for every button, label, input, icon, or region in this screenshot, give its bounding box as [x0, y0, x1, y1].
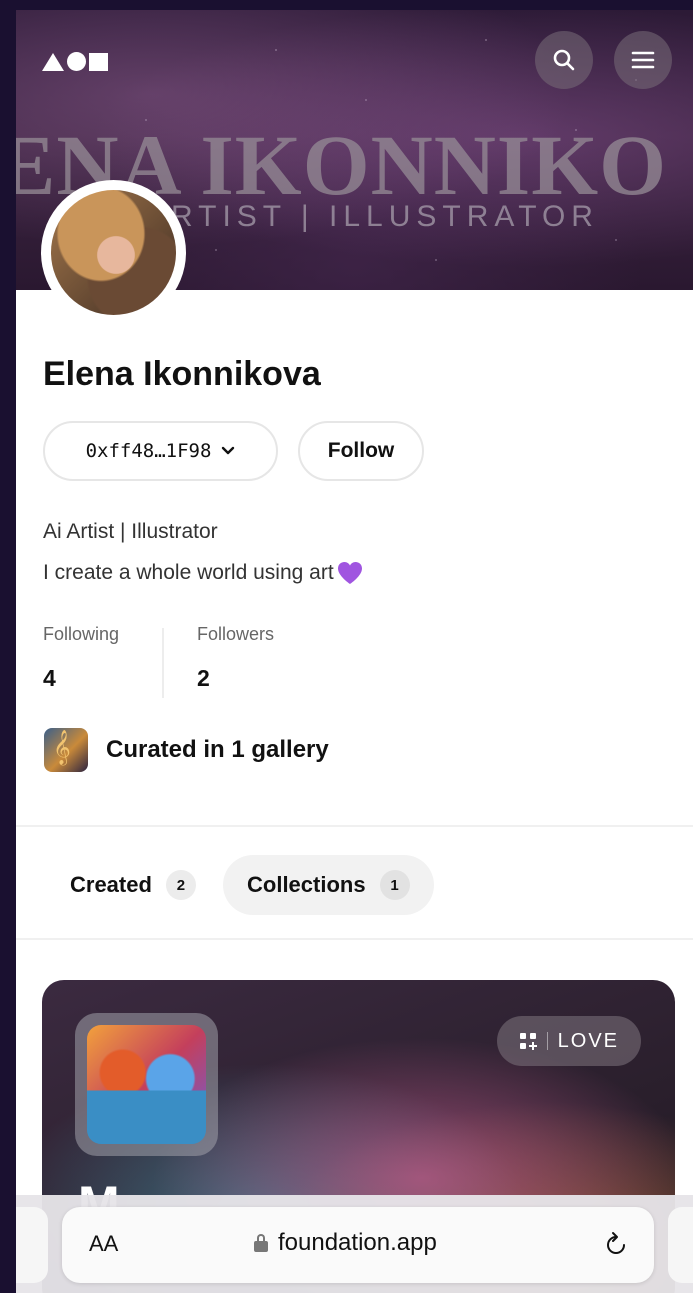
stats-divider: [162, 628, 164, 698]
following-label[interactable]: Following: [43, 624, 119, 645]
tab-collections-label: Collections: [247, 872, 366, 897]
text-size-button[interactable]: AA: [89, 1231, 118, 1257]
address-bar[interactable]: AA foundation.app: [62, 1207, 654, 1283]
collection-thumbnail-image: [87, 1025, 206, 1144]
foundation-logo[interactable]: [42, 52, 108, 71]
previous-tab-preview[interactable]: [16, 1207, 48, 1283]
collection-badge: LOVE: [496, 1016, 641, 1066]
following-count[interactable]: 4: [43, 665, 56, 692]
menu-button[interactable]: [614, 31, 672, 89]
followers-count[interactable]: 2: [197, 665, 210, 692]
page-frame: ENA IKONNIKO RTIST | ILLUSTRATOR Elena I…: [16, 10, 693, 1293]
collection-thumbnail: [75, 1013, 218, 1156]
chevron-down-icon: [222, 446, 235, 455]
logo-square-icon: [89, 52, 108, 71]
banner-subtitle-text: RTIST | ILLUSTRATOR: [171, 200, 599, 233]
tab-collections-count: 1: [379, 870, 410, 900]
reload-button[interactable]: [605, 1231, 629, 1264]
browser-toolbar: AA foundation.app: [16, 1195, 693, 1293]
reload-icon: [607, 1232, 625, 1254]
curated-gallery-link[interactable]: Curated in 1 gallery: [44, 728, 329, 772]
purple-heart-icon: [337, 562, 362, 584]
bio-line-2-text: I create a whole world using art: [43, 561, 334, 584]
badge-separator: [546, 1032, 548, 1050]
tabs-divider: [16, 938, 693, 940]
tab-created[interactable]: Created 2: [46, 855, 220, 915]
logo-circle-icon: [67, 52, 86, 71]
logo-triangle-icon: [42, 52, 64, 71]
curated-gallery-text: Curated in 1 gallery: [106, 736, 329, 763]
text-size-label: AA: [89, 1231, 119, 1256]
profile-name: Elena Ikonnikova: [43, 355, 321, 393]
search-icon: [553, 49, 575, 71]
follow-button[interactable]: Follow: [298, 421, 424, 481]
followers-label[interactable]: Followers: [197, 624, 274, 645]
tab-created-count: 2: [165, 870, 196, 900]
url-display[interactable]: foundation.app: [254, 1229, 437, 1257]
section-divider: [16, 825, 693, 827]
avatar[interactable]: [41, 180, 186, 325]
bio-line-2: I create a whole world using art: [43, 560, 364, 586]
lock-icon: [254, 1234, 268, 1252]
next-tab-preview[interactable]: [668, 1207, 693, 1283]
bio-line-1: Ai Artist | Illustrator: [43, 520, 218, 543]
tab-collections[interactable]: Collections 1: [223, 855, 434, 915]
avatar-image: [51, 190, 176, 315]
search-button[interactable]: [535, 31, 593, 89]
url-text: foundation.app: [278, 1229, 437, 1256]
wallet-address-button[interactable]: 0xff48…1F98: [43, 421, 278, 481]
wallet-address-text: 0xff48…1F98: [85, 440, 212, 462]
grid-plus-icon: [519, 1033, 537, 1050]
badge-label: LOVE: [557, 1029, 619, 1052]
menu-icon: [631, 51, 655, 69]
gallery-thumbnail: [44, 728, 88, 772]
tab-created-label: Created: [70, 872, 152, 897]
